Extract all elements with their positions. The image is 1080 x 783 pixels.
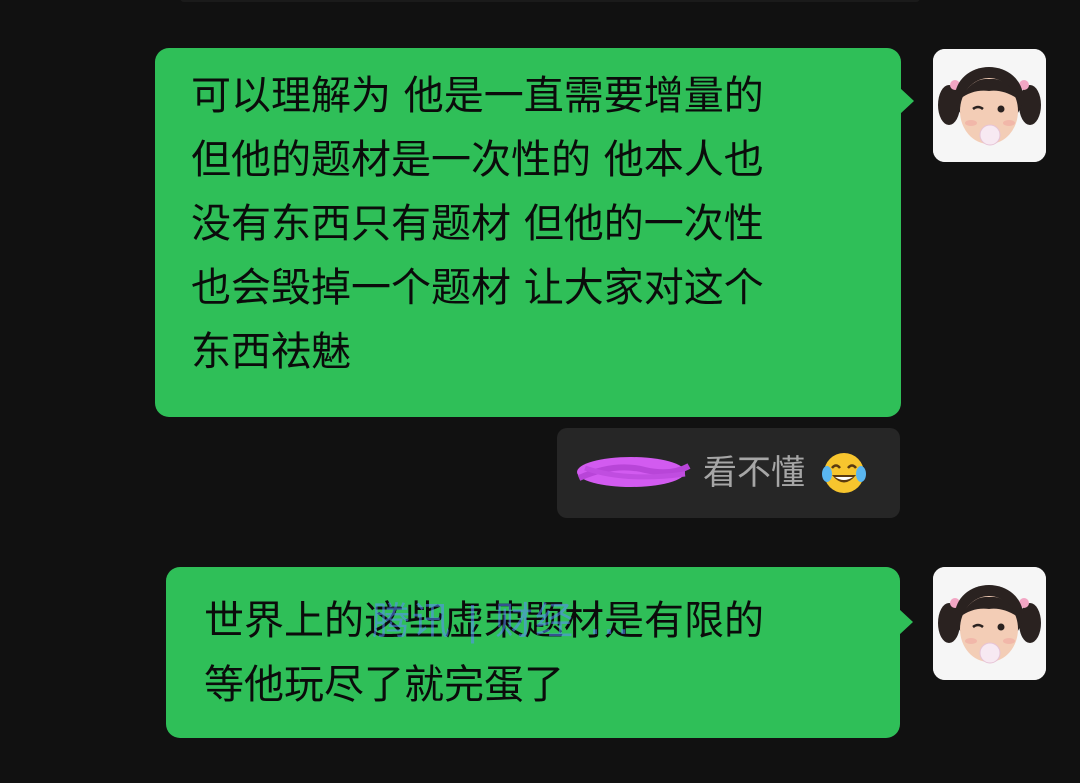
girl-avatar-icon: [933, 567, 1046, 680]
message-line: 等他玩尽了就完蛋了: [204, 662, 564, 708]
quoted-message[interactable]: 看不懂: [557, 428, 900, 518]
redacted-name-scribble: [577, 457, 691, 487]
message-line: 但他的题材是一次性的 他本人也: [191, 137, 764, 183]
message-line: 东西祛魅: [191, 329, 351, 375]
message-bubble-1[interactable]: 可以理解为 他是一直需要增量的 但他的题材是一次性的 他本人也 没有东西只有题材…: [155, 48, 914, 417]
quoted-text: 看不懂: [703, 453, 805, 493]
previous-message-edge: [180, 0, 920, 2]
sender-avatar[interactable]: [933, 567, 1046, 680]
message-line: 也会毁掉一个题材 让大家对这个: [191, 265, 764, 311]
girl-avatar-icon: [933, 49, 1046, 162]
chat-window: 可以理解为 他是一直需要增量的 但他的题材是一次性的 他本人也 没有东西只有题材…: [0, 0, 1080, 783]
sender-avatar[interactable]: [933, 49, 1046, 162]
message-bubble-2[interactable]: 世界上的这些虚荣题材是有限的 等他玩尽了就完蛋了: [166, 567, 913, 738]
laughing-tears-emoji-icon: [822, 453, 866, 493]
message-line: 可以理解为 他是一直需要增量的: [191, 73, 764, 119]
watermark: 腾讯 | 财经 ...: [372, 599, 632, 643]
message-line: 没有东西只有题材 但他的一次性: [191, 201, 764, 247]
